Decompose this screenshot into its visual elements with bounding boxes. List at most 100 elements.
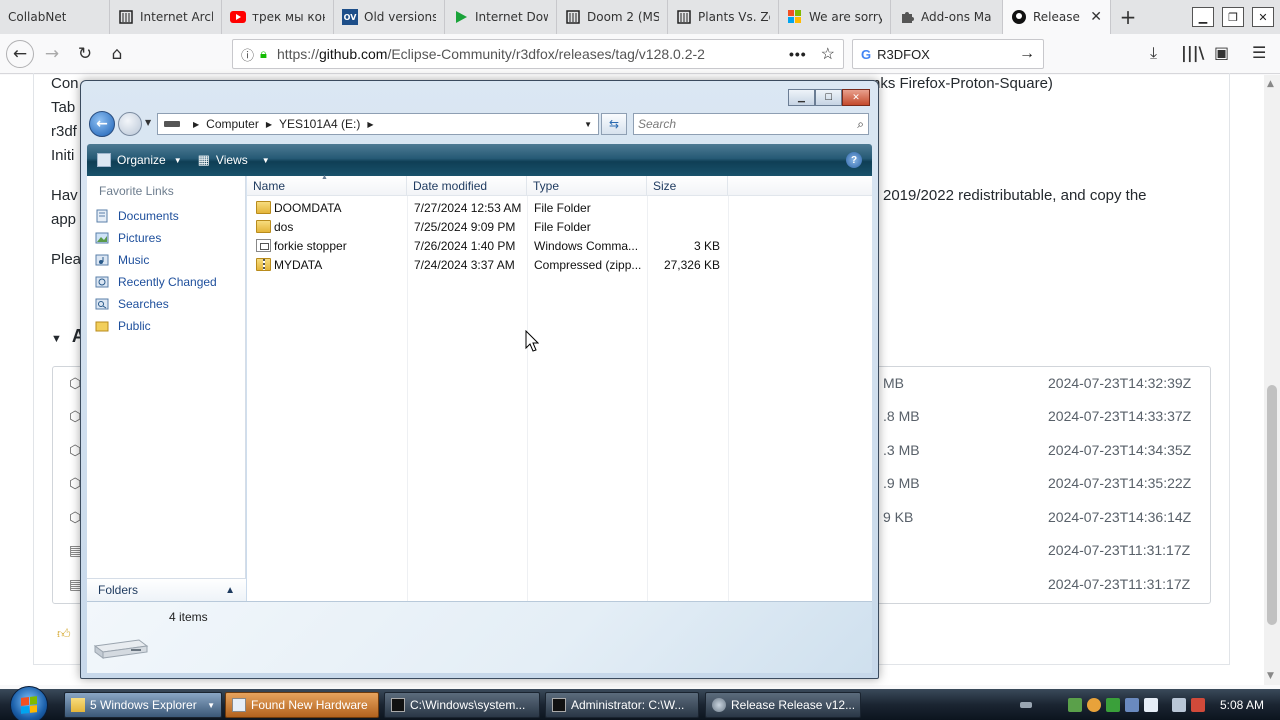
reload-button[interactable]: ↻ xyxy=(71,40,99,68)
favorite-recently-changed[interactable]: Recently Changed xyxy=(95,275,217,289)
asset-size: MB xyxy=(883,375,904,391)
tab-label: Internet Dow xyxy=(475,10,548,24)
tray-security-icon[interactable] xyxy=(1087,697,1101,712)
tab-internet-download[interactable]: Internet Dow xyxy=(445,0,557,34)
new-tab-button[interactable]: + xyxy=(1111,0,1145,34)
tray-monitor-icon[interactable] xyxy=(1172,697,1186,712)
info-icon[interactable]: ⓘ xyxy=(241,45,254,64)
tray-device-icon[interactable] xyxy=(1144,697,1158,712)
explorer-search-input[interactable]: Search ⌕ xyxy=(633,113,869,135)
column-header-type[interactable]: Type xyxy=(527,176,647,196)
explorer-address-bar[interactable]: ▶ Computer ▶ YES101A4 (E:) ▶ ▼ xyxy=(157,113,599,135)
url-bar[interactable]: ⓘ 🔒︎ https://github.com/Eclipse-Communit… xyxy=(232,39,844,69)
favorite-pictures[interactable]: Pictures xyxy=(95,231,161,245)
favorite-documents[interactable]: Documents xyxy=(95,209,179,223)
favorite-public[interactable]: Public xyxy=(95,319,151,333)
forward-button[interactable]: → xyxy=(38,40,66,68)
favorite-music[interactable]: Music xyxy=(95,253,149,267)
tray-update-icon[interactable] xyxy=(1106,697,1120,712)
taskbar-button-windows-explorer[interactable]: 5 Windows Explorer ▼ xyxy=(64,692,222,718)
explorer-back-button[interactable]: ← xyxy=(89,111,115,137)
scrollbar-thumb[interactable] xyxy=(1267,385,1277,625)
back-button[interactable]: ← xyxy=(6,40,34,68)
menu-icon[interactable]: ☰ xyxy=(1252,43,1266,62)
public-folder-icon xyxy=(95,319,109,333)
organize-label: Organize xyxy=(117,153,166,167)
scroll-up-icon[interactable]: ▲ xyxy=(1267,79,1274,89)
tray-usb-icon[interactable] xyxy=(1125,697,1139,712)
taskbar-button-label: 5 Windows Explorer xyxy=(90,698,197,712)
search-go-arrow-icon[interactable]: → xyxy=(1019,45,1035,63)
explorer-refresh-button[interactable]: ⇆ xyxy=(601,113,627,135)
recent-pages-dropdown-icon[interactable]: ▼ xyxy=(145,118,151,127)
breadcrumb-computer[interactable]: Computer xyxy=(206,117,259,131)
tray-network-icon[interactable] xyxy=(1068,697,1082,712)
file-size: 27,326 KB xyxy=(663,258,720,272)
downloads-icon[interactable]: ⤓ xyxy=(1150,43,1157,63)
taskbar-button-release-browser[interactable]: Release Release v12... xyxy=(705,692,861,718)
tab-plants-vs-zombies[interactable]: Plants Vs. Zo xyxy=(668,0,779,34)
thumbs-up-icon[interactable]: 👍︎ xyxy=(57,626,71,642)
explorer-forward-button[interactable] xyxy=(118,112,142,136)
tab-collabnet[interactable]: CollabNet xyxy=(0,0,110,34)
page-text-line: Hav xyxy=(51,187,78,204)
library-icon[interactable]: |||\ xyxy=(1181,43,1204,62)
file-row[interactable]: dos 7/25/2024 9:09 PM File Folder xyxy=(247,217,872,236)
tab-doom2[interactable]: Doom 2 (MS xyxy=(557,0,668,34)
tab-label: Plants Vs. Zo xyxy=(698,10,770,24)
tab-old-versions[interactable]: OV Old versions xyxy=(334,0,445,34)
taskbar-button-cmd-admin[interactable]: Administrator: C:\W... xyxy=(545,692,699,718)
tray-keyboard-icon[interactable] xyxy=(1020,701,1032,708)
organize-button[interactable]: Organize ▼ xyxy=(97,153,182,167)
scroll-down-icon[interactable]: ▼ xyxy=(1267,671,1274,681)
tab-release[interactable]: Release R ✕ xyxy=(1003,0,1111,34)
search-bar[interactable]: G R3DFOX → xyxy=(852,39,1044,69)
search-icon[interactable]: ⌕ xyxy=(857,117,864,132)
tab-internet-archive[interactable]: Internet Arch xyxy=(110,0,222,34)
views-button[interactable]: ▦ Views ▼ xyxy=(198,152,270,168)
navigation-toolbar: ← → ↻ ⌂ ⓘ 🔒︎ https://github.com/Eclipse-… xyxy=(0,34,1280,74)
batch-file-icon xyxy=(256,239,271,252)
column-label: Name xyxy=(253,179,286,193)
tray-volume-muted-icon[interactable] xyxy=(1191,697,1205,712)
searches-icon xyxy=(95,297,109,311)
breadcrumb-drive[interactable]: YES101A4 (E:) xyxy=(279,117,360,131)
explorer-command-bar: Organize ▼ ▦ Views ▼ ? xyxy=(87,144,872,176)
restore-button[interactable]: ❐ xyxy=(1222,7,1244,27)
column-header-size[interactable]: Size xyxy=(647,176,728,196)
tab-youtube[interactable]: трек мы кон xyxy=(222,0,334,34)
taskbar-button-found-new-hardware[interactable]: Found New Hardware xyxy=(225,692,379,718)
help-icon[interactable]: ? xyxy=(846,152,862,168)
address-dropdown-icon[interactable]: ▼ xyxy=(584,120,592,129)
file-row[interactable]: DOOMDATA 7/27/2024 12:53 AM File Folder xyxy=(247,198,872,217)
column-header-name[interactable]: ▲ Name xyxy=(247,174,407,196)
minimize-button[interactable]: ▁ xyxy=(1192,7,1214,27)
close-tab-icon[interactable]: ✕ xyxy=(1090,9,1102,25)
close-button[interactable]: ✕ xyxy=(1252,7,1274,27)
taskbar-clock[interactable]: 5:08 AM xyxy=(1220,698,1264,712)
start-button[interactable] xyxy=(10,686,48,720)
breadcrumb-separator-icon[interactable]: ▶ xyxy=(266,120,272,129)
sidebar-icon[interactable]: ▣ xyxy=(1214,43,1229,62)
organize-icon xyxy=(97,153,111,167)
favorite-searches[interactable]: Searches xyxy=(95,297,169,311)
explorer-maximize-button[interactable]: ☐ xyxy=(815,89,842,106)
favorite-label: Pictures xyxy=(118,231,162,245)
page-scrollbar[interactable]: ▲ ▼ xyxy=(1264,75,1280,685)
column-header-date-modified[interactable]: Date modified xyxy=(407,176,527,196)
breadcrumb-separator-icon[interactable]: ▶ xyxy=(367,120,373,129)
home-button[interactable]: ⌂ xyxy=(103,40,131,68)
taskbar-button-cmd-system[interactable]: C:\Windows\system... xyxy=(384,692,540,718)
file-row[interactable]: forkie stopper 7/26/2024 1:40 PM Windows… xyxy=(247,236,872,255)
tab-add-ons-manager[interactable]: Add-ons Ma xyxy=(891,0,1003,34)
command-prompt-icon xyxy=(391,698,405,712)
breadcrumb-separator-icon[interactable]: ▶ xyxy=(193,120,199,129)
folders-toggle[interactable]: Folders ▲ xyxy=(87,578,246,601)
file-name: dos xyxy=(274,220,294,234)
explorer-close-button[interactable]: ✕ xyxy=(842,89,870,106)
file-row[interactable]: MYDATA 7/24/2024 3:37 AM Compressed (zip… xyxy=(247,255,872,274)
explorer-minimize-button[interactable]: ▁ xyxy=(788,89,815,106)
tab-we-are-sorry[interactable]: We are sorry, xyxy=(779,0,891,34)
page-actions-button[interactable]: ••• xyxy=(789,46,807,62)
bookmark-star-icon[interactable]: ☆ xyxy=(821,44,835,64)
